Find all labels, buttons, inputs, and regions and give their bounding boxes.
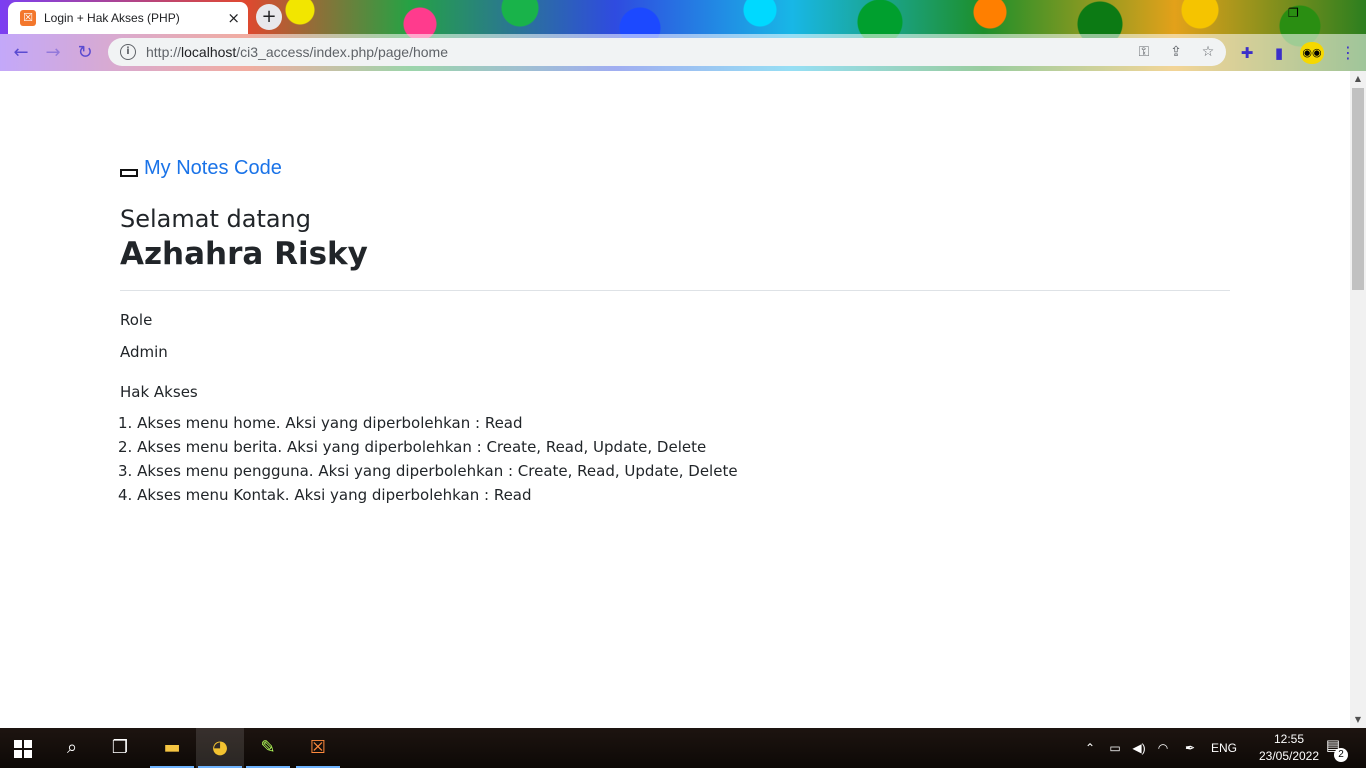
language-indicator[interactable]: ENG — [1206, 728, 1242, 768]
tab-title: Login + Hak Akses (PHP) — [44, 11, 180, 25]
url-path: /ci3_access/index.php/page/home — [236, 44, 448, 60]
tab-close-icon[interactable]: × — [227, 9, 240, 27]
windows-logo-icon — [14, 740, 32, 758]
access-label: Hak Akses — [120, 383, 198, 401]
xampp-icon[interactable]: ☒ — [294, 728, 342, 768]
chrome-taskbar-icon[interactable]: ◕ — [196, 728, 244, 768]
bookmark-star-icon[interactable]: ☆ — [1198, 42, 1218, 62]
browser-toolbar: ← → ↻ i http://localhost/ci3_access/inde… — [0, 34, 1366, 71]
brand: My Notes Code — [120, 157, 282, 180]
editor-app-icon[interactable]: ✎ — [244, 728, 292, 768]
clock[interactable]: 12:55 23/05/2022 — [1254, 731, 1324, 765]
role-label: Role — [120, 311, 153, 329]
divider — [120, 290, 1230, 291]
search-icon[interactable]: ⌕ — [48, 728, 96, 768]
side-panel-icon[interactable]: ▮ — [1268, 42, 1290, 64]
start-button[interactable] — [0, 728, 48, 768]
permission-item: 2. Akses menu berita. Aksi yang diperbol… — [118, 438, 707, 456]
url-text[interactable]: http://localhost/ci3_access/index.php/pa… — [146, 44, 448, 60]
scroll-down-arrow-icon[interactable]: ▼ — [1350, 712, 1366, 728]
page-content: My Notes Code Selamat datang Azhahra Ris… — [0, 71, 1350, 728]
clock-time: 12:55 — [1273, 732, 1305, 746]
pen-workspace-icon[interactable]: ✒ — [1178, 728, 1202, 768]
role-value: Admin — [120, 343, 168, 361]
windows-taskbar: ⌕ ❐ ▬ ◕ ✎ ☒ ⌃ ▭ ◀) ◠ ✒ ENG 12:55 23/05/2… — [0, 728, 1366, 768]
username-heading: Azhahra Risky — [120, 236, 368, 272]
back-arrow-icon[interactable]: ← — [8, 40, 34, 66]
permission-item: 1. Akses menu home. Aksi yang diperboleh… — [118, 414, 523, 432]
permission-list: 1. Akses menu home. Aksi yang diperboleh… — [118, 411, 738, 507]
brand-link[interactable]: My Notes Code — [144, 157, 282, 180]
browser-chrome: ☒ Login + Hak Akses (PHP) × + ❐ ← → ↻ i … — [0, 0, 1366, 71]
clock-date: 23/05/2022 — [1258, 749, 1320, 763]
scroll-up-arrow-icon[interactable]: ▲ — [1350, 71, 1366, 87]
tray-overflow-icon[interactable]: ⌃ — [1080, 728, 1100, 768]
welcome-heading: Selamat datang — [120, 205, 312, 233]
reload-icon[interactable]: ↻ — [72, 40, 98, 66]
scrollbar-thumb[interactable] — [1352, 88, 1364, 290]
vertical-scrollbar[interactable]: ▲ ▼ — [1350, 71, 1366, 728]
share-icon[interactable]: ⇪ — [1166, 42, 1186, 62]
permission-item: 3. Akses menu pengguna. Aksi yang diperb… — [118, 462, 738, 480]
notification-badge: 2 — [1334, 748, 1348, 762]
xampp-favicon-icon: ☒ — [20, 10, 36, 26]
volume-icon[interactable]: ◀) — [1128, 728, 1150, 768]
extensions-puzzle-icon[interactable]: ✚ — [1236, 42, 1258, 64]
browser-tab[interactable]: ☒ Login + Hak Akses (PHP) × — [8, 2, 248, 34]
permission-item: 4. Akses menu Kontak. Aksi yang diperbol… — [118, 486, 532, 504]
wifi-icon[interactable]: ◠ — [1152, 728, 1174, 768]
url-host: localhost — [181, 44, 237, 60]
task-view-icon[interactable]: ❐ — [96, 728, 144, 768]
new-tab-button[interactable]: + — [256, 4, 282, 30]
window-restore-icon[interactable]: ❐ — [1288, 6, 1302, 20]
profile-avatar-icon[interactable]: ◉◉ — [1300, 42, 1324, 64]
url-prefix: http:// — [146, 44, 182, 60]
brand-logo-image — [120, 168, 138, 177]
site-info-icon[interactable]: i — [120, 44, 136, 60]
address-bar[interactable]: i http://localhost/ci3_access/index.php/… — [108, 38, 1226, 66]
forward-arrow-icon[interactable]: → — [40, 40, 66, 66]
key-icon[interactable]: ⚿ — [1134, 42, 1154, 62]
browser-menu-icon[interactable]: ⋮ — [1340, 42, 1356, 64]
file-explorer-icon[interactable]: ▬ — [148, 728, 196, 768]
battery-icon[interactable]: ▭ — [1104, 728, 1126, 768]
